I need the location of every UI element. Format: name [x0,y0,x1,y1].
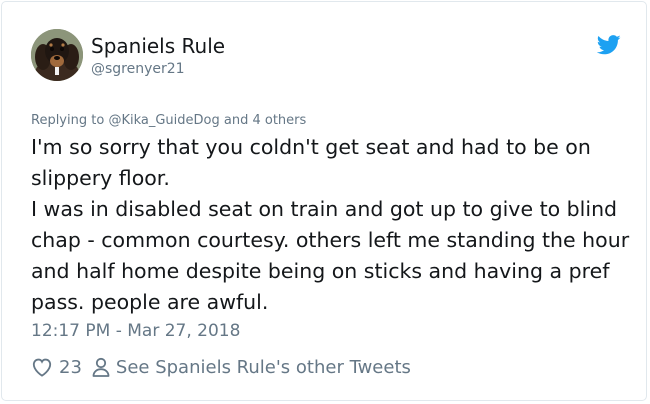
like-button[interactable]: 23 [31,357,82,378]
reply-mention-link[interactable]: @Kika_GuideDog [108,113,219,128]
author-display-name[interactable]: Spaniels Rule [91,33,225,59]
tweet-footer: 23 See Spaniels Rule's other Tweets [31,354,411,380]
person-icon [92,357,110,377]
reply-others-link[interactable]: and 4 others [220,113,306,128]
avatar[interactable] [31,29,83,81]
twitter-bird-icon[interactable] [596,35,621,55]
author-handle[interactable]: @sgrenyer21 [91,60,185,78]
dog-avatar-icon [31,29,83,81]
tweet-card: Spaniels Rule @sgrenyer21 Replying to @K… [1,1,647,401]
reply-prefix: Replying to [31,113,109,128]
other-tweets-link[interactable]: See Spaniels Rule's other Tweets [92,357,411,378]
other-tweets-label: See Spaniels Rule's other Tweets [115,356,411,378]
reply-context: Replying to @Kika_GuideDog and 4 others [31,112,306,130]
like-count: 23 [59,356,82,378]
heart-icon [31,357,53,377]
tweet-text: I'm so sorry that you coldn't get seat a… [31,135,630,314]
tweet-timestamp[interactable]: 12:17 PM - Mar 27, 2018 [31,320,240,342]
